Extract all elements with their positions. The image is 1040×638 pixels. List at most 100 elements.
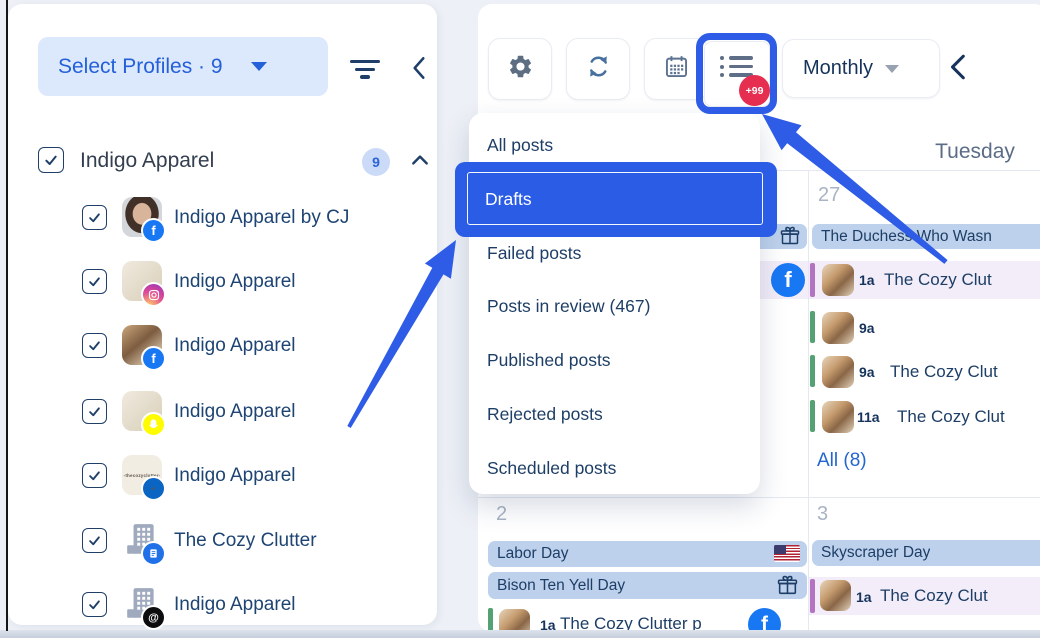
post-time: 11a xyxy=(857,409,880,425)
menu-item-failed-posts[interactable]: Failed posts xyxy=(487,240,581,266)
calendar-prev-button[interactable] xyxy=(948,53,970,86)
profile-checkbox[interactable] xyxy=(82,528,107,553)
holiday-strip[interactable]: Labor Day xyxy=(488,541,807,567)
menu-item-posts-in-review[interactable]: Posts in review (467) xyxy=(487,293,650,319)
profile-checkbox[interactable] xyxy=(82,333,107,358)
menu-item-all-posts[interactable]: All posts xyxy=(487,132,553,158)
menu-item-drafts-label: Drafts xyxy=(485,189,532,210)
post-status-bar xyxy=(810,400,815,432)
day-number: 3 xyxy=(817,503,828,526)
holiday-strip[interactable]: Bison Ten Yell Day xyxy=(488,572,807,599)
show-all-posts-link[interactable]: All (8) xyxy=(817,450,867,472)
post-thumbnail xyxy=(822,264,854,296)
post-title: The Cozy Clut xyxy=(897,407,1040,427)
profile-label: Indigo Apparel by CJ xyxy=(174,207,349,229)
facebook-icon: f xyxy=(771,263,805,297)
profile-checkbox[interactable] xyxy=(82,463,107,488)
select-profiles-label: Select Profiles · 9 xyxy=(58,55,223,79)
calendar-post[interactable]: 11a The Cozy Clut xyxy=(809,398,1040,434)
collapse-sidebar-button[interactable] xyxy=(410,55,428,86)
group-checkbox[interactable] xyxy=(38,147,64,173)
profile-checkbox[interactable] xyxy=(82,592,107,617)
post-title: The Cozy Clut xyxy=(884,270,1040,290)
post-title: The Cozy Clut xyxy=(880,586,1040,606)
annotation-box-list-button xyxy=(696,33,777,114)
avatar: @ xyxy=(122,584,162,624)
chevron-left-icon xyxy=(948,68,970,85)
holiday-label: Bison Ten Yell Day xyxy=(497,577,625,595)
gift-icon xyxy=(776,574,799,602)
day-number: 2 xyxy=(496,503,507,526)
avatar: f xyxy=(122,197,162,237)
avatar: -thecozyclutter- in xyxy=(122,455,162,495)
profile-checkbox[interactable] xyxy=(82,269,107,294)
calendar-post[interactable]: 1a The Cozy Clut xyxy=(809,261,1040,299)
chevron-down-icon xyxy=(251,62,267,71)
collapse-group-button[interactable] xyxy=(410,153,430,172)
check-icon xyxy=(43,152,59,168)
weekday-header: Tuesday xyxy=(870,140,1040,164)
avatar xyxy=(122,261,162,301)
us-flag-icon xyxy=(774,545,800,562)
app-window: +99 Monthly Tuesday 27 The Duchess Who W… xyxy=(0,0,1040,638)
refresh-button[interactable] xyxy=(566,38,630,100)
calendar-post[interactable]: 9a The Cozy Clut xyxy=(809,353,1040,389)
calendar-icon xyxy=(663,53,690,85)
threads-badge-icon: @ xyxy=(141,605,166,630)
holiday-label: Labor Day xyxy=(497,545,569,563)
week-divider xyxy=(478,497,1040,498)
profile-label: Indigo Apparel xyxy=(174,335,296,357)
holiday-strip[interactable]: The Duchess Who Wasn xyxy=(812,224,1040,249)
avatar xyxy=(122,520,162,560)
profile-label: Indigo Apparel xyxy=(174,594,296,616)
google-business-badge-icon xyxy=(141,541,166,566)
menu-item-scheduled-posts[interactable]: Scheduled posts xyxy=(487,455,616,481)
post-status-bar xyxy=(810,355,815,387)
snapchat-badge-icon xyxy=(141,412,166,437)
post-time: 1a xyxy=(856,589,872,605)
gift-icon xyxy=(779,225,801,252)
avatar xyxy=(122,391,162,431)
post-time: 9a xyxy=(859,364,875,380)
profile-checkbox[interactable] xyxy=(82,399,107,424)
facebook-badge-icon: f xyxy=(141,218,166,243)
post-thumbnail xyxy=(822,401,854,433)
post-status-bar xyxy=(810,579,815,613)
instagram-badge-icon xyxy=(141,282,166,307)
group-count-badge: 9 xyxy=(362,148,390,176)
view-mode-dropdown[interactable]: Monthly xyxy=(782,39,940,98)
refresh-icon xyxy=(585,53,612,85)
profile-label: Indigo Apparel xyxy=(174,465,296,487)
menu-item-published-posts[interactable]: Published posts xyxy=(487,347,611,373)
profile-label: Indigo Apparel xyxy=(174,271,296,293)
menu-item-rejected-posts[interactable]: Rejected posts xyxy=(487,401,603,427)
post-status-bar xyxy=(810,263,815,297)
window-left-edge xyxy=(6,0,8,631)
filter-icon[interactable] xyxy=(349,60,381,83)
menu-item-drafts-highlighted[interactable]: Drafts xyxy=(455,162,777,237)
avatar: f xyxy=(122,325,162,365)
post-time: 9a xyxy=(859,320,875,336)
profile-checkbox[interactable] xyxy=(82,205,107,230)
day-number: 27 xyxy=(818,184,840,207)
chevron-left-icon xyxy=(410,55,428,81)
post-thumbnail xyxy=(820,580,851,611)
holiday-strip[interactable]: Skyscraper Day xyxy=(812,540,1040,566)
gear-icon xyxy=(507,53,534,85)
window-bottom-edge xyxy=(0,630,1040,638)
post-status-bar xyxy=(810,311,815,343)
holiday-label: The Duchess Who Wasn xyxy=(821,228,992,246)
select-profiles-dropdown[interactable]: Select Profiles · 9 xyxy=(38,37,328,96)
chevron-up-icon xyxy=(410,153,430,167)
profile-label: The Cozy Clutter xyxy=(174,530,317,552)
settings-button[interactable] xyxy=(488,38,552,100)
view-mode-label: Monthly xyxy=(803,57,873,80)
post-title: The Cozy Clut xyxy=(890,362,1040,382)
calendar-post[interactable]: 9a xyxy=(809,309,1040,345)
post-time: 1a xyxy=(859,272,875,288)
post-thumbnail xyxy=(822,356,854,388)
profile-label: Indigo Apparel xyxy=(174,401,296,423)
post-thumbnail xyxy=(822,312,854,344)
chevron-down-icon xyxy=(885,65,899,73)
calendar-post[interactable]: 1a The Cozy Clut xyxy=(809,577,1040,615)
